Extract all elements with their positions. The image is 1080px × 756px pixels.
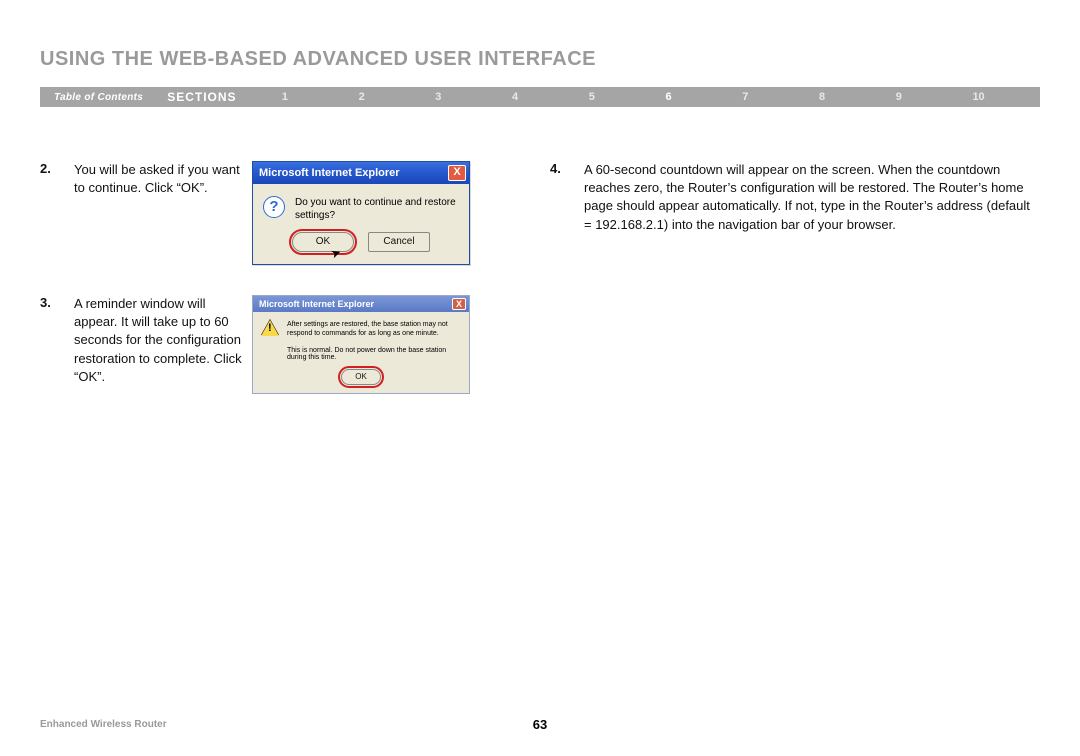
close-icon[interactable]: X (448, 165, 466, 181)
reminder-dialog-body: ! After settings are restored, the base … (253, 312, 469, 344)
ok-button[interactable]: OK ➤ (292, 232, 354, 252)
footer-product-name: Enhanced Wireless Router (40, 719, 167, 730)
step-3-number: 3. (40, 295, 64, 394)
section-nav-bar: Table of Contents SECTIONS 1 2 3 4 5 6 7… (40, 87, 1040, 107)
page-footer: Enhanced Wireless Router 63 (40, 719, 1040, 730)
step-2: 2. You will be asked if you want to cont… (40, 161, 530, 265)
document-page: USING THE WEB-BASED ADVANCED USER INTERF… (0, 0, 1080, 756)
nav-section-9[interactable]: 9 (896, 91, 902, 103)
confirm-dialog-buttons: OK ➤ Cancel (253, 232, 469, 264)
warning-exclamation: ! (268, 322, 272, 334)
nav-section-8[interactable]: 8 (819, 91, 825, 103)
reminder-dialog-title: Microsoft Internet Explorer (259, 299, 452, 309)
step-2-screenshot: Microsoft Internet Explorer X ? Do you w… (252, 161, 530, 265)
close-icon[interactable]: X (452, 298, 466, 310)
cursor-icon: ➤ (328, 243, 344, 263)
nav-section-5[interactable]: 5 (589, 91, 595, 103)
reminder-dialog-message-1: After settings are restored, the base st… (287, 320, 461, 338)
confirm-dialog: Microsoft Internet Explorer X ? Do you w… (252, 161, 470, 265)
step-4: 4. A 60-second countdown will appear on … (550, 161, 1040, 234)
reminder-dialog-buttons: OK (253, 367, 469, 393)
page-number: 63 (533, 717, 547, 732)
nav-toc-link[interactable]: Table of Contents (40, 92, 157, 103)
cancel-button[interactable]: Cancel (368, 232, 430, 252)
reminder-dialog: Microsoft Internet Explorer X ! After se… (252, 295, 470, 394)
nav-section-numbers: 1 2 3 4 5 6 7 8 9 10 (247, 91, 1040, 103)
reminder-dialog-titlebar: Microsoft Internet Explorer X (253, 296, 469, 312)
confirm-dialog-message: Do you want to continue and restore sett… (295, 196, 459, 222)
nav-section-1[interactable]: 1 (282, 91, 288, 103)
nav-section-10[interactable]: 10 (972, 91, 984, 103)
ok-button[interactable]: OK (341, 369, 381, 385)
confirm-dialog-title: Microsoft Internet Explorer (259, 167, 448, 179)
warning-icon: ! (261, 320, 279, 336)
step-3-text: A reminder window will appear. It will t… (74, 295, 242, 394)
question-icon: ? (263, 196, 285, 218)
step-4-number: 4. (550, 161, 574, 234)
step-3-screenshot: Microsoft Internet Explorer X ! After se… (252, 295, 530, 394)
step-3: 3. A reminder window will appear. It wil… (40, 295, 530, 394)
left-column: 2. You will be asked if you want to cont… (40, 161, 530, 424)
nav-sections-label: SECTIONS (157, 90, 246, 104)
nav-section-4[interactable]: 4 (512, 91, 518, 103)
step-2-text: You will be asked if you want to continu… (74, 161, 242, 265)
content-area: 2. You will be asked if you want to cont… (40, 161, 1040, 424)
reminder-dialog-message-2: This is normal. Do not power down the ba… (253, 344, 469, 367)
nav-section-6[interactable]: 6 (666, 91, 672, 103)
nav-section-2[interactable]: 2 (359, 91, 365, 103)
nav-section-7[interactable]: 7 (742, 91, 748, 103)
confirm-dialog-titlebar: Microsoft Internet Explorer X (253, 162, 469, 184)
right-column: 4. A 60-second countdown will appear on … (550, 161, 1040, 424)
nav-section-3[interactable]: 3 (435, 91, 441, 103)
page-title: USING THE WEB-BASED ADVANCED USER INTERF… (40, 48, 1040, 71)
step-4-text: A 60-second countdown will appear on the… (584, 161, 1040, 234)
step-2-number: 2. (40, 161, 64, 265)
confirm-dialog-body: ? Do you want to continue and restore se… (253, 184, 469, 232)
